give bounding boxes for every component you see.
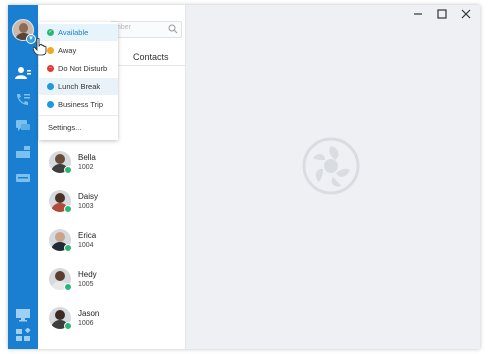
available-status-icon <box>64 283 72 291</box>
contact-extension: 1005 <box>78 281 94 288</box>
status-option-label: Available <box>58 28 89 37</box>
call-log-icon[interactable] <box>14 92 32 108</box>
settings-label: Settings... <box>48 123 82 132</box>
nav-rail: ▾ <box>8 5 38 349</box>
status-option-dnd[interactable]: – Do Not Disturb <box>39 60 118 77</box>
briefcase-icon <box>47 101 54 108</box>
contact-item[interactable]: Erica 1004 <box>49 229 179 259</box>
contact-name: Bella <box>78 153 96 162</box>
search-icon <box>168 24 178 34</box>
minus-icon: – <box>47 65 54 72</box>
status-option-label: Lunch Break <box>58 82 101 91</box>
contact-extension: 1006 <box>78 320 94 327</box>
minimize-icon[interactable] <box>412 8 424 20</box>
available-status-icon <box>64 244 72 252</box>
menu-divider <box>39 115 118 116</box>
check-icon: ✓ <box>47 29 54 36</box>
status-option-label: Away <box>58 46 77 55</box>
status-option-lunch-break[interactable]: Lunch Break <box>39 78 118 95</box>
app-window: ▾ mber Contacts Bella 1002 Daisy 1003 Er… <box>8 5 480 349</box>
search-input[interactable]: mber <box>110 21 182 38</box>
monitor-icon[interactable] <box>14 307 32 323</box>
contact-name: Hedy <box>78 270 97 279</box>
app-logo-icon <box>302 137 360 195</box>
utensils-icon <box>47 83 54 90</box>
contact-item[interactable]: Jason 1006 <box>49 307 179 337</box>
contact-extension: 1004 <box>78 242 94 249</box>
contact-name: Jason <box>78 309 100 318</box>
contact-extension: 1002 <box>78 164 94 171</box>
status-menu: ✓ Available Away – Do Not Disturb Lunch … <box>39 22 118 140</box>
status-option-label: Business Trip <box>58 100 104 109</box>
contact-item[interactable]: Bella 1002 <box>49 151 179 181</box>
status-option-business-trip[interactable]: Business Trip <box>39 96 118 113</box>
available-status-icon <box>64 322 72 330</box>
contact-item[interactable]: Hedy 1005 <box>49 268 179 298</box>
contact-name: Daisy <box>78 192 99 201</box>
chat-icon[interactable] <box>14 118 32 134</box>
available-status-icon <box>64 205 72 213</box>
status-option-away[interactable]: Away <box>39 42 118 59</box>
tab-contacts[interactable]: Contacts <box>133 52 169 62</box>
contact-name: Erica <box>78 231 97 240</box>
clock-icon <box>47 47 54 54</box>
close-icon[interactable] <box>460 8 472 20</box>
contacts-nav-icon[interactable] <box>14 65 32 81</box>
contact-item[interactable]: Daisy 1003 <box>49 190 179 220</box>
available-status-icon <box>64 166 72 174</box>
recordings-icon[interactable] <box>14 170 32 186</box>
apps-grid-icon[interactable] <box>14 327 32 343</box>
contact-extension: 1003 <box>78 203 94 210</box>
maximize-icon[interactable] <box>436 8 448 20</box>
hand-cursor-icon <box>33 38 47 56</box>
settings-menu-item[interactable]: Settings... <box>39 119 118 136</box>
status-option-label: Do Not Disturb <box>58 64 108 73</box>
voicemail-icon[interactable] <box>14 144 32 160</box>
status-option-available[interactable]: ✓ Available <box>39 24 118 41</box>
